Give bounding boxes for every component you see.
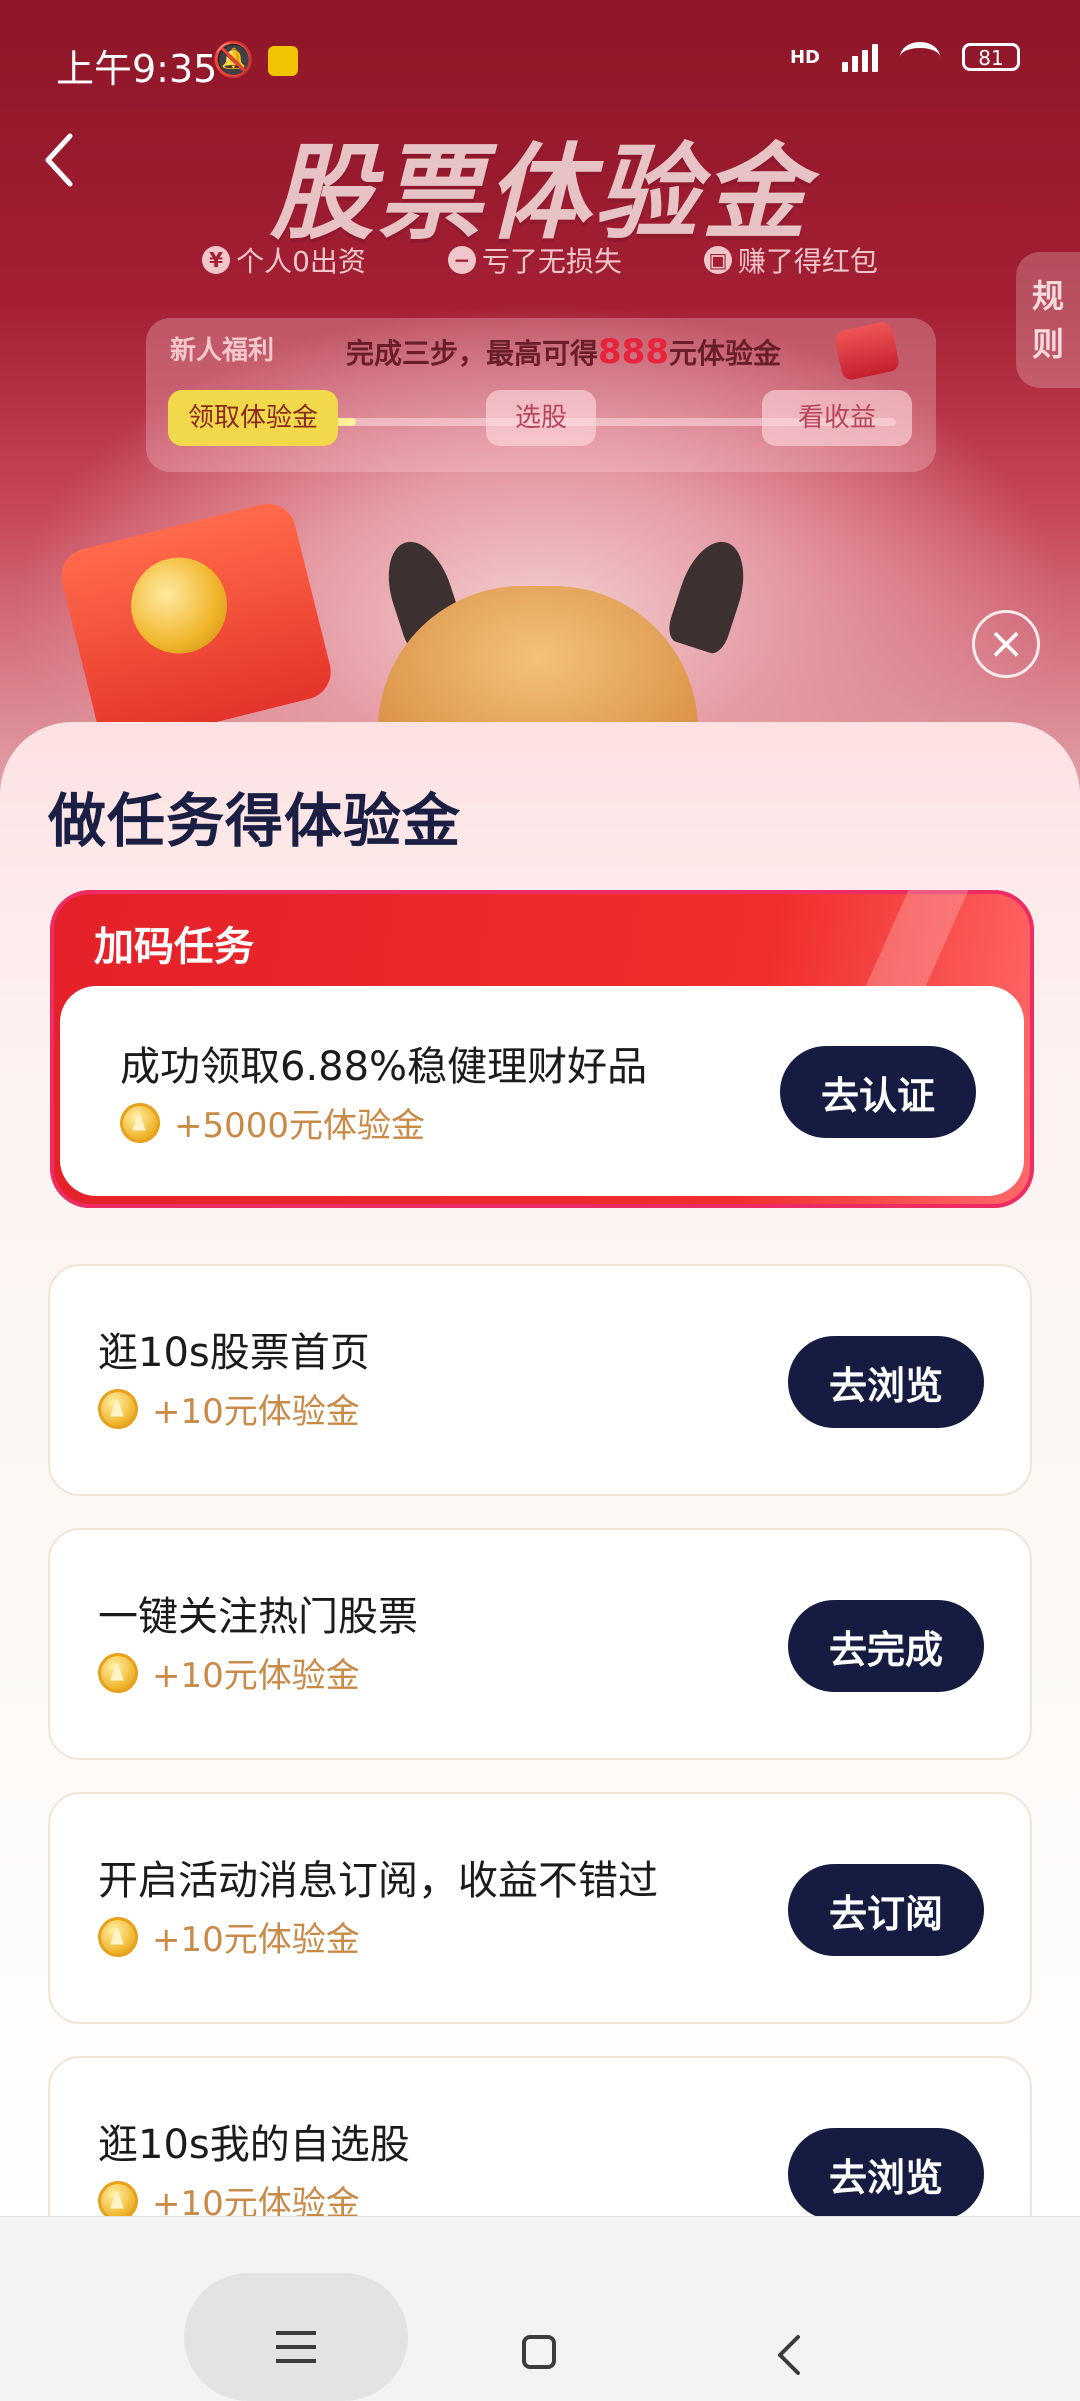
home-button[interactable] xyxy=(522,2335,556,2369)
perk-red-packet: ▣ 赚了得红包 xyxy=(703,240,878,280)
status-time: 上午9:35 xyxy=(56,47,218,91)
task-reward-text: +10元体验金 xyxy=(152,1392,360,1432)
red-packet-icon: ▣ xyxy=(703,246,732,274)
perks-row: ¥ 个人0出资 − 亏了无损失 ▣ 赚了得红包 xyxy=(0,240,1080,280)
perk-no-investment: ¥ 个人0出资 xyxy=(202,240,366,280)
yen-icon: ¥ xyxy=(202,246,231,274)
complete-button[interactable]: 去完成 xyxy=(788,1600,984,1692)
progress-tag: 新人福利 xyxy=(170,336,275,366)
task-reward: +10元体验金 xyxy=(98,1648,360,1697)
close-icon: × xyxy=(987,618,1025,669)
step-pick-stock[interactable]: 选股 xyxy=(486,390,596,446)
task-reward: +5000元体验金 xyxy=(120,1098,425,1147)
signal-icon xyxy=(842,42,878,72)
rules-button[interactable]: 规则 xyxy=(1016,252,1080,388)
status-right-group: HD 81 xyxy=(790,42,1020,72)
perk-label: 亏了无损失 xyxy=(481,245,622,278)
mute-bell-icon: 🔕 xyxy=(212,40,255,80)
subscribe-button[interactable]: 去订阅 xyxy=(788,1864,984,1956)
page-title: 股票体验金 xyxy=(269,132,810,254)
close-sheet-button[interactable]: × xyxy=(972,610,1040,678)
coin-icon xyxy=(98,1916,138,1957)
sheet-title: 做任务得体验金 xyxy=(48,787,462,855)
task-card-follow-stocks: 一键关注热门股票 +10元体验金 去完成 xyxy=(48,1528,1032,1760)
bonus-task-item: 成功领取6.88%稳健理财好品 +5000元体验金 去认证 xyxy=(60,986,1024,1196)
coin-icon xyxy=(120,1102,160,1143)
task-reward-text: +10元体验金 xyxy=(152,1656,360,1696)
task-reward: +10元体验金 xyxy=(98,1384,360,1433)
system-back-button[interactable] xyxy=(770,2333,810,2377)
rules-label: 规则 xyxy=(1032,277,1065,363)
wifi-icon xyxy=(900,42,940,72)
minus-icon: − xyxy=(447,246,476,274)
task-title: 逛10s我的自选股 xyxy=(98,2122,410,2168)
browse-button[interactable]: 去浏览 xyxy=(788,2128,984,2220)
progress-max-amount: 888 xyxy=(598,332,669,372)
progress-text-suffix: 元体验金 xyxy=(669,337,782,370)
perk-label: 赚了得红包 xyxy=(737,245,878,278)
step-claim[interactable]: 领取体验金 xyxy=(168,390,338,446)
task-sheet: 做任务得体验金 加码任务 成功领取6.88%稳健理财好品 +5000元体验金 去… xyxy=(0,722,1080,2242)
task-title: 成功领取6.88%稳健理财好品 xyxy=(120,1044,648,1090)
task-reward-text: +10元体验金 xyxy=(152,1920,360,1960)
task-card-subscribe: 开启活动消息订阅，收益不错过 +10元体验金 去订阅 xyxy=(48,1792,1032,2024)
status-bar: 上午9:35 🔕 HD 81 xyxy=(0,0,1080,120)
newcomer-progress-card: 新人福利 完成三步，最高可得888元体验金 领取体验金 选股 看收益 xyxy=(146,318,936,472)
network-type: HD xyxy=(789,46,820,68)
red-packet-coin-icon xyxy=(833,320,901,382)
gold-coin-icon xyxy=(120,547,238,664)
bonus-task-tag: 加码任务 xyxy=(94,924,254,970)
step-view-earnings[interactable]: 看收益 xyxy=(762,390,912,446)
progress-text-prefix: 完成三步，最高可得 xyxy=(346,337,599,370)
perk-label: 个人0出资 xyxy=(236,245,366,278)
task-card-browse-stock-home: 逛10s股票首页 +10元体验金 去浏览 xyxy=(48,1264,1032,1496)
task-reward-text: +5000元体验金 xyxy=(174,1106,426,1146)
progress-text: 完成三步，最高可得888元体验金 xyxy=(346,332,781,372)
task-card-browse-watchlist: 逛10s我的自选股 +10元体验金 去浏览 xyxy=(48,2056,1032,2242)
task-title: 开启活动消息订阅，收益不错过 xyxy=(98,1858,658,1904)
bonus-task-card: 加码任务 成功领取6.88%稳健理财好品 +5000元体验金 去认证 xyxy=(50,890,1034,1208)
battery-icon: 81 xyxy=(962,43,1020,71)
notification-app-icon xyxy=(268,46,298,76)
task-reward: +10元体验金 xyxy=(98,1912,360,1961)
verify-button[interactable]: 去认证 xyxy=(780,1046,976,1138)
coin-icon xyxy=(98,2180,138,2221)
system-nav-bar xyxy=(0,2216,1080,2401)
menu-icon xyxy=(276,2331,316,2373)
task-title: 逛10s股票首页 xyxy=(98,1330,370,1376)
coin-icon xyxy=(98,1388,138,1429)
task-title: 一键关注热门股票 xyxy=(98,1594,418,1640)
browse-button[interactable]: 去浏览 xyxy=(788,1336,984,1428)
perk-no-loss: − 亏了无损失 xyxy=(447,240,622,280)
coin-icon xyxy=(98,1652,138,1693)
